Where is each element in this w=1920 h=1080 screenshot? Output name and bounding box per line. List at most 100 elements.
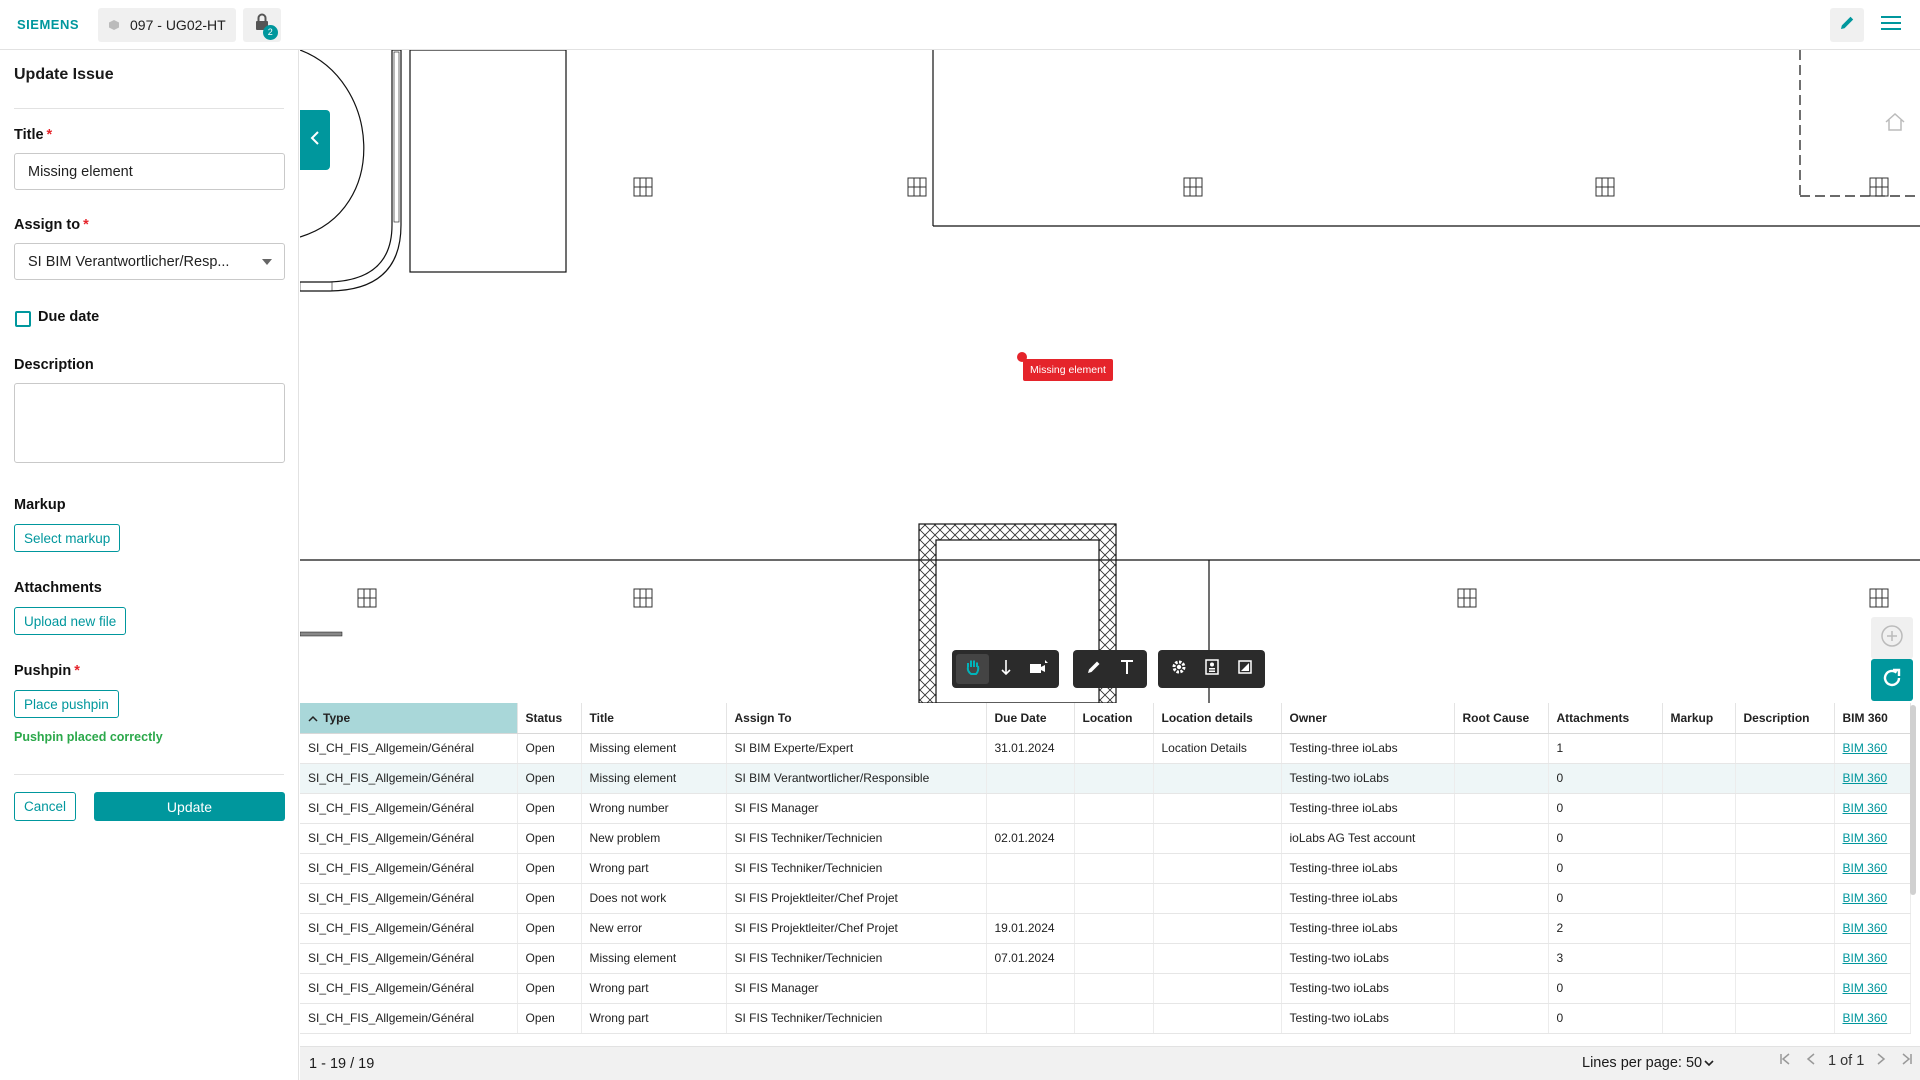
cell-owner: Testing-three ioLabs [1281, 793, 1455, 824]
table-scrollbar[interactable] [1910, 705, 1916, 895]
cell-owner: Testing-two ioLabs [1281, 1003, 1455, 1034]
cell-root-cause [1454, 1003, 1549, 1034]
collapse-panel-button[interactable] [300, 110, 330, 170]
cell-location-details [1153, 853, 1282, 884]
column-header-markup[interactable]: Markup [1662, 703, 1736, 734]
cell-due-date [986, 793, 1075, 824]
cell-due-date [986, 763, 1075, 794]
cell-due-date: 31.01.2024 [986, 733, 1075, 764]
bim360-link[interactable]: BIM 360 [1843, 1011, 1888, 1025]
cancel-button[interactable]: Cancel [14, 792, 77, 821]
lines-per-page-select[interactable]: Lines per page: 50 [1582, 1055, 1714, 1071]
bim360-link[interactable]: BIM 360 [1843, 861, 1888, 875]
text-tool[interactable] [1110, 654, 1143, 684]
select-markup-button[interactable]: Select markup [14, 524, 121, 552]
cell-status: Open [517, 883, 582, 914]
table-row[interactable]: SI_CH_FIS_Allgemein/Général Open Wrong par… [300, 1003, 1911, 1034]
due-date-checkbox[interactable] [15, 311, 31, 327]
cell-location [1074, 883, 1154, 914]
bim360-link[interactable]: BIM 360 [1843, 891, 1888, 905]
first-page-icon[interactable] [1776, 1052, 1794, 1070]
table-row[interactable]: SI_CH_FIS_Allgemein/Général Open New probl… [300, 823, 1911, 854]
main-menu-button[interactable] [1874, 8, 1908, 42]
cell-due-date: 02.01.2024 [986, 823, 1075, 854]
bim360-link[interactable]: BIM 360 [1843, 801, 1888, 815]
cell-owner: ioLabs AG Test account [1281, 823, 1455, 854]
pan-tool[interactable] [956, 654, 989, 684]
prev-page-icon[interactable] [1802, 1052, 1820, 1070]
table-row[interactable]: SI_CH_FIS_Allgemein/Général Open Missing e… [300, 763, 1911, 794]
issue-pushpin-label[interactable]: Missing element [1023, 359, 1113, 381]
cube-icon [108, 19, 120, 31]
cell-attachments: 1 [1548, 733, 1663, 764]
bim360-link[interactable]: BIM 360 [1843, 981, 1888, 995]
due-date-label: Due date [38, 309, 100, 325]
table-row[interactable]: SI_CH_FIS_Allgemein/Général Open Wrong num… [300, 793, 1911, 824]
edit-button[interactable] [1830, 8, 1864, 42]
place-pushpin-button[interactable]: Place pushpin [14, 690, 119, 718]
table-row[interactable]: SI_CH_FIS_Allgemein/Général Open New error… [300, 913, 1911, 944]
cell-owner: Testing-three ioLabs [1281, 883, 1455, 914]
column-header-title[interactable]: Title [581, 703, 727, 734]
pagination: 1 of 1 [1776, 1052, 1916, 1070]
column-header-location-details[interactable]: Location details [1153, 703, 1282, 734]
dropdown-arrow-icon [262, 259, 272, 265]
cell-markup [1662, 943, 1736, 974]
upload-file-button[interactable]: Upload new file [14, 607, 127, 635]
refresh-icon [1880, 666, 1904, 695]
column-header-root-cause[interactable]: Root Cause [1454, 703, 1549, 734]
column-header-location[interactable]: Location [1074, 703, 1154, 734]
cell-title: Missing element [581, 733, 727, 764]
bim360-link[interactable]: BIM 360 [1843, 771, 1888, 785]
bim360-link[interactable]: BIM 360 [1843, 741, 1888, 755]
cell-location-details [1153, 973, 1282, 1004]
home-icon[interactable] [1884, 112, 1906, 137]
cell-description [1735, 823, 1835, 854]
camera-tool[interactable] [1022, 654, 1055, 684]
table-row[interactable]: SI_CH_FIS_Allgemein/Général Open Wrong par… [300, 853, 1911, 884]
lock-button[interactable]: 2 [242, 7, 281, 42]
chevron-left-icon [310, 130, 320, 150]
bim360-link[interactable]: BIM 360 [1843, 951, 1888, 965]
column-header-attachments[interactable]: Attachments [1548, 703, 1663, 734]
fullscreen-tool[interactable] [1228, 654, 1261, 684]
cell-root-cause [1454, 943, 1549, 974]
cell-location [1074, 823, 1154, 854]
bim360-link[interactable]: BIM 360 [1843, 921, 1888, 935]
zoom-in-button[interactable] [1871, 617, 1913, 659]
divider [14, 108, 284, 109]
last-page-icon[interactable] [1898, 1052, 1916, 1070]
table-row[interactable]: SI_CH_FIS_Allgemein/Général Open Missing e… [300, 733, 1911, 764]
description-textarea[interactable] [14, 383, 285, 463]
table-row[interactable]: SI_CH_FIS_Allgemein/Général Open Wrong par… [300, 973, 1911, 1004]
settings-tool[interactable] [1162, 654, 1195, 684]
refresh-button[interactable] [1871, 659, 1913, 701]
next-page-icon[interactable] [1872, 1052, 1890, 1070]
cell-bim360: BIM 360 [1834, 1003, 1911, 1034]
table-row[interactable]: SI_CH_FIS_Allgemein/Général Open Does not … [300, 883, 1911, 914]
cell-status: Open [517, 793, 582, 824]
cell-assign-to: SI BIM Experte/Expert [726, 733, 987, 764]
pushpin-status: Pushpin placed correctly [14, 730, 163, 744]
column-header-assign-to[interactable]: Assign To [726, 703, 987, 734]
title-input[interactable]: Missing element [14, 153, 285, 190]
column-header-description[interactable]: Description [1735, 703, 1835, 734]
table-row[interactable]: SI_CH_FIS_Allgemein/Général Open Missing e… [300, 943, 1911, 974]
assign-to-select[interactable]: SI BIM Verantwortlicher/Resp... [14, 243, 285, 280]
properties-tool[interactable] [1195, 654, 1228, 684]
column-header-owner[interactable]: Owner [1281, 703, 1455, 734]
column-header-status[interactable]: Status [517, 703, 582, 734]
cell-root-cause [1454, 883, 1549, 914]
settings-gear-icon [1171, 659, 1187, 680]
markup-pen-tool[interactable] [1077, 654, 1110, 684]
cell-assign-to: SI FIS Techniker/Technicien [726, 943, 987, 974]
model-selector[interactable]: 097 - UG02-HT [98, 7, 236, 42]
cell-status: Open [517, 763, 582, 794]
update-button[interactable]: Update [94, 792, 285, 821]
walk-tool[interactable] [989, 654, 1022, 684]
siemens-logo: SIEMENS [17, 17, 80, 32]
column-header-type[interactable]: Type [300, 703, 518, 734]
bim360-link[interactable]: BIM 360 [1843, 831, 1888, 845]
column-header-due-date[interactable]: Due Date [986, 703, 1075, 734]
column-header-bim360[interactable]: BIM 360 [1834, 703, 1911, 734]
